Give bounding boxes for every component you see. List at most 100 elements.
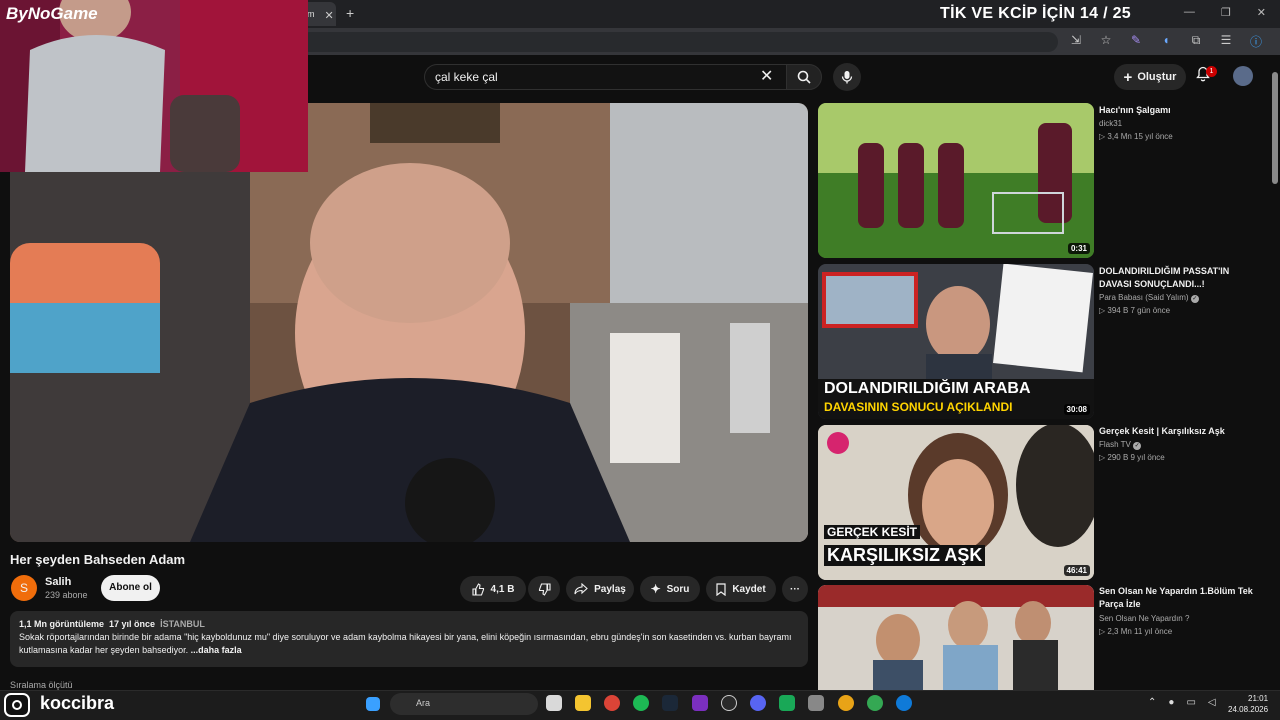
clock-time: 21:01 bbox=[1248, 694, 1269, 703]
app-icon[interactable] bbox=[692, 695, 708, 711]
search-button[interactable] bbox=[786, 64, 822, 90]
description-text: Sokak röportajlarından birinde bir adama… bbox=[19, 632, 792, 655]
rec-thumbnail-image bbox=[818, 103, 1094, 258]
edge-icon[interactable] bbox=[896, 695, 912, 711]
rec-stats: ▷ 394 B 7 gün önce bbox=[1099, 306, 1171, 315]
chrome-icon[interactable] bbox=[604, 695, 620, 711]
rec-thumbnail-image bbox=[818, 585, 1094, 690]
audio-extension-icon[interactable]: ◖ bbox=[1158, 33, 1174, 50]
channel-avatar[interactable]: S bbox=[11, 575, 37, 601]
location-tag[interactable]: İSTANBUL bbox=[160, 619, 205, 629]
chrome-alt-icon[interactable] bbox=[867, 695, 883, 711]
scrollbar-thumb[interactable] bbox=[1272, 72, 1278, 184]
task-view-icon[interactable] bbox=[546, 695, 562, 711]
spotify-icon[interactable] bbox=[633, 695, 649, 711]
maximize-button[interactable]: ❐ bbox=[1221, 6, 1231, 19]
profile-info-icon[interactable]: ⓘ bbox=[1248, 33, 1264, 50]
rec-channel[interactable]: Flash TV ✓ bbox=[1099, 440, 1142, 450]
rec-thumbnail[interactable]: GERÇEK KESİT KARŞILIKSIZ AŞK 46:41 bbox=[818, 425, 1094, 580]
rec-thumbnail[interactable]: 0:31 bbox=[818, 103, 1094, 258]
more-actions-button[interactable]: ··· bbox=[782, 576, 808, 602]
new-tab-button[interactable]: + bbox=[346, 5, 354, 21]
notification-count-badge: 1 bbox=[1206, 66, 1217, 77]
launcher-icon[interactable] bbox=[779, 695, 795, 711]
rec-thumbnail[interactable]: DOLANDIRILDIĞIM ARABA DAVASININ SONUCU A… bbox=[818, 264, 1094, 419]
rec-thumbnail[interactable] bbox=[818, 585, 1094, 690]
rec-channel[interactable]: dick31 bbox=[1099, 119, 1122, 128]
share-button[interactable]: Paylaş bbox=[566, 576, 634, 602]
like-count: 4,1 B bbox=[490, 583, 515, 595]
microphone-icon bbox=[841, 71, 853, 84]
webcam-overlay: ByNoGame bbox=[0, 0, 308, 172]
taskbar-clock[interactable]: 21:01 24.08.2026 bbox=[1228, 693, 1269, 715]
voice-search-button[interactable] bbox=[833, 63, 861, 91]
bookmark-star-icon[interactable]: ☆ bbox=[1098, 33, 1114, 50]
volume-icon[interactable]: ◁ bbox=[1208, 697, 1216, 708]
thumbs-up-icon bbox=[471, 582, 484, 596]
subscribe-button[interactable]: Abone ol bbox=[101, 575, 160, 601]
rec-channel[interactable]: Para Babası (Said Yalım) ✓ bbox=[1099, 293, 1199, 303]
system-tray: ⌃ ● ▭ ◁ bbox=[1148, 697, 1216, 708]
search-input[interactable]: çal keke çal bbox=[424, 64, 786, 90]
plus-icon: + bbox=[1123, 68, 1133, 86]
app-window-icon[interactable] bbox=[808, 695, 824, 711]
like-button[interactable]: 4,1 B bbox=[460, 576, 526, 602]
clear-search-icon[interactable]: ✕ bbox=[760, 66, 773, 86]
instagram-icon bbox=[4, 693, 30, 717]
share-arrow-icon bbox=[574, 583, 588, 595]
dislike-button[interactable] bbox=[528, 576, 560, 602]
extensions-puzzle-icon[interactable]: ⧉ bbox=[1188, 33, 1204, 50]
reading-list-icon[interactable]: ☰ bbox=[1218, 33, 1234, 50]
chrome-profile-icon[interactable] bbox=[838, 695, 854, 711]
sparkle-icon: ✦ bbox=[650, 582, 661, 596]
save-button[interactable]: Kaydet bbox=[706, 576, 776, 602]
tray-chevron-icon[interactable]: ⌃ bbox=[1148, 697, 1156, 708]
rec-channel-name: Flash TV bbox=[1099, 440, 1131, 449]
install-icon[interactable]: ⇲ bbox=[1068, 33, 1084, 50]
pen-extension-icon[interactable]: ✎ bbox=[1128, 33, 1144, 50]
tab-close-icon[interactable]: ✕ bbox=[325, 9, 334, 26]
comments-sort-label[interactable]: Sıralama ölçütü bbox=[10, 680, 73, 690]
share-label: Paylaş bbox=[594, 583, 626, 595]
rec-channel[interactable]: Sen Olsan Ne Yapardın ? bbox=[1099, 614, 1189, 623]
rec-stats: ▷ 2,3 Mn 11 yıl önce bbox=[1099, 627, 1173, 636]
minimize-button[interactable]: — bbox=[1184, 6, 1195, 19]
webcam-image bbox=[0, 0, 308, 172]
search-icon bbox=[797, 70, 811, 84]
upload-age: 17 yıl önce bbox=[109, 619, 156, 629]
rec-stats: ▷ 290 B 9 yıl önce bbox=[1099, 453, 1165, 462]
show-more-link[interactable]: ...daha fazla bbox=[191, 645, 242, 655]
microphone-tray-icon[interactable]: ● bbox=[1168, 697, 1174, 708]
steam-icon[interactable] bbox=[662, 695, 678, 711]
thumbs-down-icon bbox=[538, 582, 551, 596]
thumbnail-text-line-2: DAVASININ SONUCU AÇIKLANDI bbox=[824, 400, 1013, 414]
rec-title[interactable]: Hacı'nın Şalgamı bbox=[1099, 104, 1259, 117]
obs-icon[interactable] bbox=[721, 695, 737, 711]
network-icon[interactable]: ▭ bbox=[1186, 697, 1195, 708]
create-label: Oluştur bbox=[1137, 71, 1177, 83]
verified-icon: ✓ bbox=[1133, 442, 1142, 450]
bookmark-icon bbox=[716, 582, 726, 596]
browser-toolbar-icons: ⇲ ☆ ✎ ◖ ⧉ ☰ ⓘ ⋮ bbox=[1068, 33, 1280, 50]
clock-date: 24.08.2026 bbox=[1228, 705, 1269, 714]
channel-name[interactable]: Salih bbox=[45, 576, 71, 588]
file-explorer-icon[interactable] bbox=[575, 695, 591, 711]
video-title: Her şeyden Bahseden Adam bbox=[10, 552, 186, 567]
streamer-instagram-name: koccibra bbox=[40, 693, 115, 713]
url-field[interactable] bbox=[300, 32, 1058, 52]
thumbnail-text-line-1: DOLANDIRILDIĞIM ARABA bbox=[824, 380, 1031, 397]
taskbar-search[interactable]: Ara bbox=[390, 693, 538, 715]
rec-title[interactable]: Sen Olsan Ne Yapardın 1.Bölüm Tek Parça … bbox=[1099, 585, 1259, 611]
rec-title[interactable]: Gerçek Kesit | Karşılıksız Aşk bbox=[1099, 425, 1259, 438]
account-avatar[interactable] bbox=[1233, 66, 1253, 86]
rec-title[interactable]: DOLANDIRILDIĞIM PASSAT'IN DAVASI SONUÇLA… bbox=[1099, 265, 1259, 291]
video-duration: 0:31 bbox=[1067, 243, 1090, 254]
video-description[interactable]: 1,1 Mn görüntüleme 17 yıl önce İSTANBUL … bbox=[10, 611, 808, 667]
discord-icon[interactable] bbox=[750, 695, 766, 711]
ask-button[interactable]: ✦ Soru bbox=[640, 576, 700, 602]
bynogame-logo: ByNoGame bbox=[6, 4, 98, 23]
create-button[interactable]: + Oluştur bbox=[1114, 64, 1186, 90]
ask-label: Soru bbox=[666, 583, 690, 595]
close-window-button[interactable]: ✕ bbox=[1257, 6, 1266, 19]
windows-start-icon[interactable] bbox=[366, 697, 380, 711]
